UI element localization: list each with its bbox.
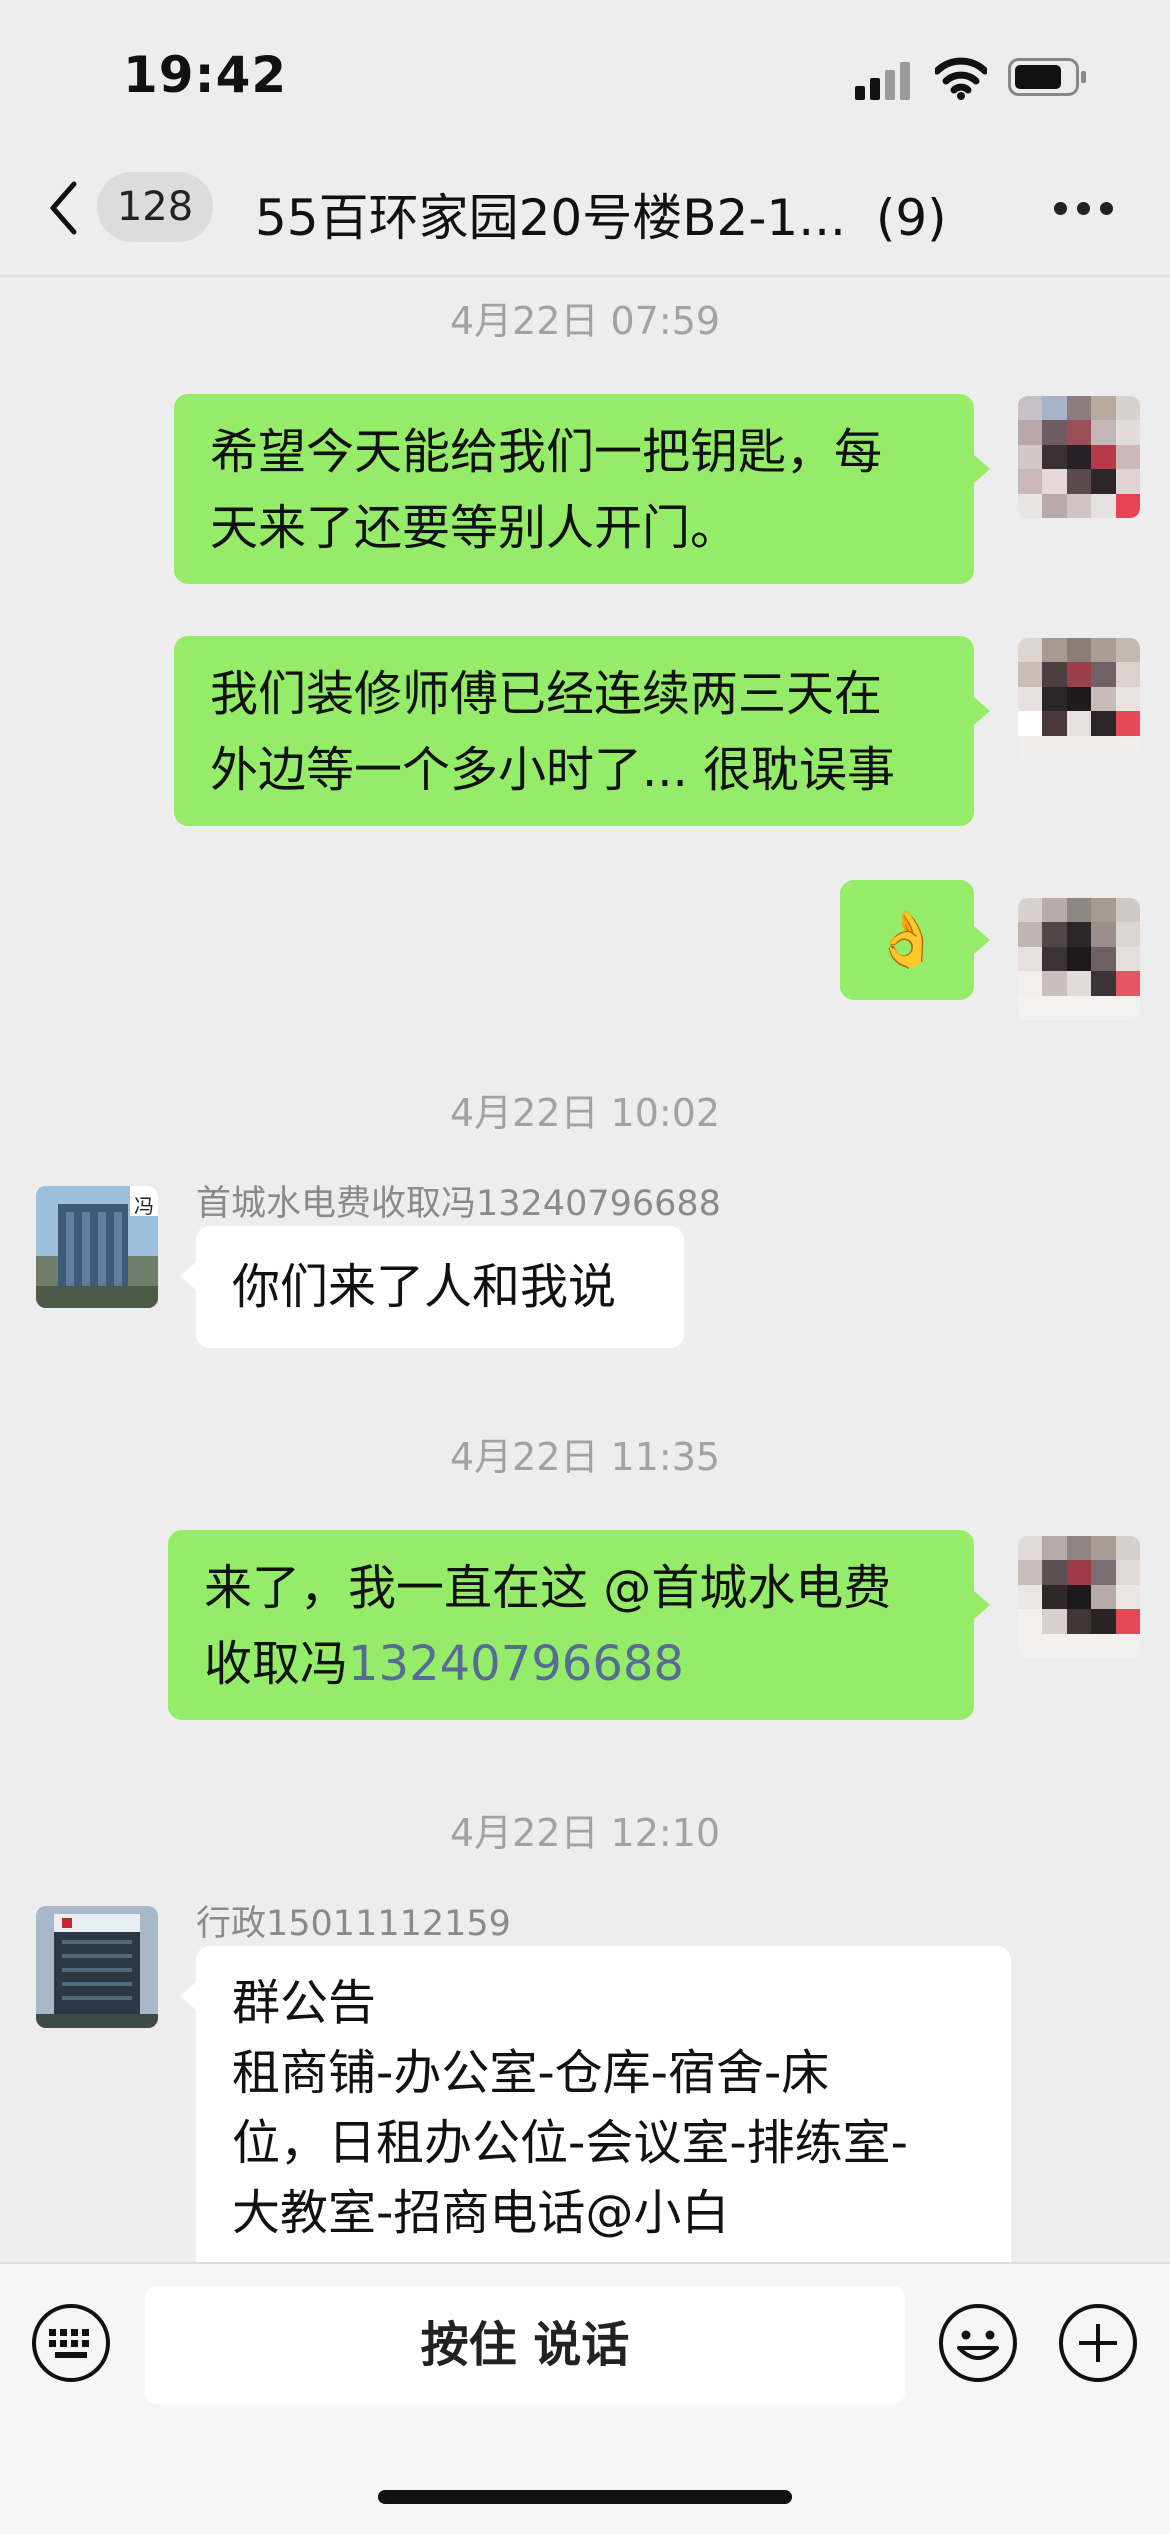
timestamp: 4月22日 11:35 <box>449 1435 721 1479</box>
my-avatar[interactable] <box>1018 638 1140 760</box>
wifi-icon <box>935 57 987 100</box>
emoji-icon[interactable] <box>937 2302 1019 2384</box>
message-line: 我们装修师傅已经连续两三天在 <box>210 666 883 722</box>
my-avatar[interactable] <box>1018 1536 1140 1658</box>
message-line: 外边等一个多小时了... 很耽误事 <box>210 742 896 798</box>
member-count: (9) <box>875 189 947 247</box>
message-line: 天来了还要等别人开门。 <box>210 500 739 556</box>
group-name: 55百环家园20号楼B2-1... <box>255 189 846 247</box>
my-avatar[interactable] <box>1018 396 1140 518</box>
my-message-bubble[interactable]: 希望今天能给我们一把钥匙，每 天来了还要等别人开门。 <box>174 394 974 584</box>
status-time: 19:42 <box>123 46 288 104</box>
sender-name: 行政15011112159 <box>196 1904 511 1944</box>
message-line: 收取冯13240796688 <box>204 1626 938 1702</box>
sender-name: 首城水电费收取冯13240796688 <box>196 1184 721 1224</box>
message-line: 你们来了人和我说 <box>232 1259 617 1315</box>
home-indicator[interactable] <box>378 2490 792 2504</box>
my-message-bubble[interactable]: 来了，我一直在这 @首城水电费 收取冯13240796688 <box>168 1530 974 1720</box>
message-line: 租商铺-办公室-仓库-宿舍-床 <box>232 2045 830 2101</box>
building-avatar-image <box>36 1906 158 2028</box>
my-emoji-bubble[interactable]: 👌 <box>840 880 974 1000</box>
my-message-bubble[interactable]: 我们装修师傅已经连续两三天在 外边等一个多小时了... 很耽误事 <box>174 636 974 826</box>
my-avatar[interactable] <box>1018 898 1140 1020</box>
more-icon[interactable] <box>1054 202 1114 216</box>
ok-hand-emoji: 👌 <box>873 908 941 971</box>
hold-to-talk-button[interactable]: 按住 说话 <box>145 2286 905 2404</box>
status-bar: 19:42 <box>0 0 1170 150</box>
plus-icon[interactable] <box>1057 2302 1139 2384</box>
timestamp: 4月22日 07:59 <box>449 299 721 343</box>
message-line: 位，日租办公位-会议室-排练室- <box>232 2115 908 2171</box>
message-line: 希望今天能给我们一把钥匙，每 <box>210 424 883 480</box>
back-chevron-icon[interactable] <box>48 180 78 236</box>
announcement-title: 群公告 <box>232 1975 377 2031</box>
message-text: 收取冯 <box>204 1636 349 1692</box>
announcement-bubble[interactable]: 群公告 租商铺-办公室-仓库-宿舍-床 位，日租办公位-会议室-排练室- 大教室… <box>196 1946 1011 2286</box>
sender-avatar[interactable]: 冯 <box>36 1186 158 1308</box>
unread-count-badge[interactable]: 128 <box>97 172 213 242</box>
message-line: 大教室-招商电话@小白 <box>232 2185 730 2241</box>
message-line: 来了，我一直在这 @首城水电费 <box>204 1560 892 1616</box>
cellular-signal-icon <box>855 60 915 100</box>
timestamp: 4月22日 10:02 <box>449 1091 721 1135</box>
phone-number-link[interactable]: 13240796688 <box>348 1636 684 1692</box>
sender-avatar[interactable] <box>36 1906 158 2028</box>
keyboard-icon[interactable] <box>30 2302 112 2384</box>
other-message-bubble[interactable]: 你们来了人和我说 <box>196 1226 684 1348</box>
battery-icon <box>1008 58 1086 96</box>
chat-title[interactable]: 55百环家园20号楼B2-1... (9) <box>255 178 947 250</box>
timestamp: 4月22日 12:10 <box>449 1811 721 1855</box>
avatar-label: 冯 <box>134 1194 154 1218</box>
